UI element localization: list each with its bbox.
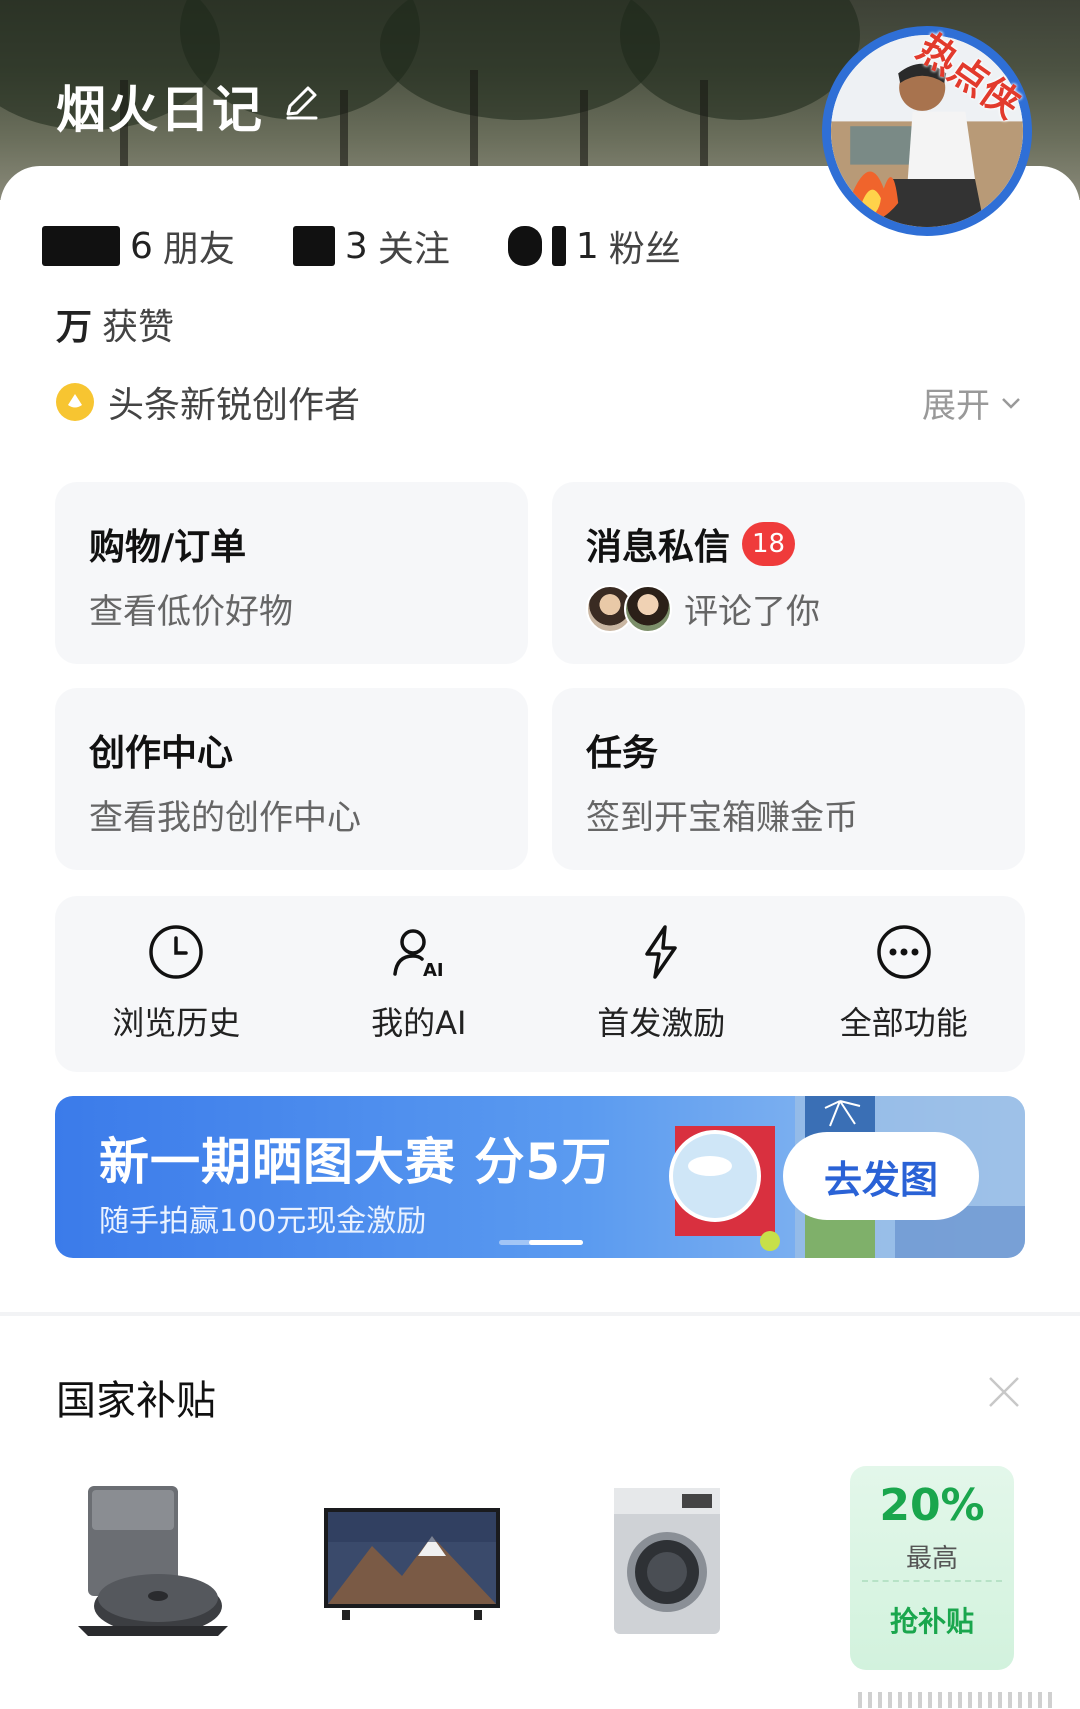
clock-icon xyxy=(149,925,203,979)
redacted-block xyxy=(292,226,335,266)
stat-likes-value: 万 xyxy=(56,307,93,348)
close-icon[interactable] xyxy=(986,1374,1022,1410)
commenter-avatar xyxy=(624,584,672,633)
scroll-indicator xyxy=(858,1692,1058,1708)
creator-badge-icon xyxy=(56,383,94,421)
promo-max-label: 最高 xyxy=(905,1544,958,1574)
section-title: 国家补贴 xyxy=(56,1378,216,1424)
svg-text:AI: AI xyxy=(423,960,444,981)
stat-friends[interactable]: 6 朋友 xyxy=(42,220,235,272)
promo-divider xyxy=(862,1580,1002,1582)
subsidy-promo-card[interactable]: 20% 最高 抢补贴 xyxy=(850,1466,1014,1670)
product-washing-machine-image[interactable] xyxy=(612,1486,722,1636)
quick-action-label: 首发激励 xyxy=(597,1004,726,1042)
photo-contest-banner[interactable]: 新一期晒图大赛 分5万 随手拍赢100元现金激励 去发图 xyxy=(55,1096,1025,1258)
creator-level-row[interactable]: 头条新锐创作者 xyxy=(56,376,360,428)
unread-count-badge: 18 xyxy=(742,522,796,566)
chevron-down-icon xyxy=(1002,397,1020,409)
stat-fans-value: 1 xyxy=(575,225,599,267)
stat-following-label: 关注 xyxy=(377,229,450,270)
stat-friends-label: 朋友 xyxy=(162,229,235,270)
tile-tasks-subtitle: 签到开宝箱赚金币 xyxy=(586,798,858,838)
stat-fans[interactable]: 1 粉丝 xyxy=(507,220,681,272)
tile-shopping-subtitle: 查看低价好物 xyxy=(89,592,293,632)
stat-fans-label: 粉丝 xyxy=(608,229,681,270)
banner-pagination-indicator xyxy=(499,1240,583,1245)
stats-row: 6 朋友 3 关注 1 粉丝 xyxy=(42,220,681,272)
redacted-block xyxy=(551,226,566,266)
quick-action-my-ai[interactable]: AI 我的AI xyxy=(298,896,541,1072)
stat-following[interactable]: 3 关注 xyxy=(292,220,450,272)
creator-level-label: 头条新锐创作者 xyxy=(108,385,361,426)
expand-button[interactable]: 展开 xyxy=(922,378,1024,427)
banner-subtitle: 随手拍赢100元现金激励 xyxy=(99,1204,427,1239)
tile-creation-title: 创作中心 xyxy=(89,733,234,774)
quick-actions-bar: 浏览历史 AI 我的AI 首发激励 全部功能 xyxy=(55,896,1025,1072)
profile-card: 6 朋友 3 关注 1 粉丝 万 获赞 头条新锐创作者 展开 购物/订单 查看低… xyxy=(0,166,1080,1312)
tile-tasks-title: 任务 xyxy=(586,733,659,774)
banner-title: 新一期晒图大赛 分5万 xyxy=(99,1133,613,1191)
quick-action-label: 全部功能 xyxy=(839,1004,968,1042)
stat-likes-label: 获赞 xyxy=(102,307,175,348)
quick-action-all-features[interactable]: 全部功能 xyxy=(783,896,1026,1072)
edit-pencil-icon[interactable] xyxy=(280,80,324,124)
product-robot-vacuum-image[interactable] xyxy=(78,1486,228,1646)
page-title: 烟火日记 xyxy=(56,81,264,139)
tile-shopping-title: 购物/订单 xyxy=(89,527,247,568)
quick-action-label: 浏览历史 xyxy=(112,1004,241,1042)
commenter-avatars xyxy=(586,584,672,633)
national-subsidy-section: 国家补贴 20% 最高 抢补贴 xyxy=(0,1316,1080,1709)
tile-messages-subtitle: 评论了你 xyxy=(586,584,820,633)
redacted-block xyxy=(42,226,120,266)
promo-percent: 20% xyxy=(879,1480,985,1531)
stat-friends-value: 6 xyxy=(130,225,153,267)
tile-messages[interactable]: 消息私信 18 评论了你 xyxy=(552,482,1025,664)
tile-creation-subtitle: 查看我的创作中心 xyxy=(89,798,361,838)
tile-shopping-orders[interactable]: 购物/订单 查看低价好物 xyxy=(55,482,528,664)
tile-tasks[interactable]: 任务 签到开宝箱赚金币 xyxy=(552,688,1025,870)
stat-following-value: 3 xyxy=(344,225,368,267)
quick-action-label: 我的AI xyxy=(371,1004,467,1042)
lightning-icon xyxy=(645,925,677,979)
expand-label: 展开 xyxy=(922,386,990,426)
tile-messages-title: 消息私信 18 xyxy=(586,518,796,570)
stat-likes[interactable]: 万 获赞 xyxy=(56,298,174,350)
tile-creation-center[interactable]: 创作中心 查看我的创作中心 xyxy=(55,688,528,870)
quick-action-history[interactable]: 浏览历史 xyxy=(55,896,298,1072)
claim-subsidy-button[interactable]: 抢补贴 xyxy=(850,1600,1014,1640)
product-tv-image[interactable] xyxy=(322,1506,502,1626)
post-photo-button[interactable]: 去发图 xyxy=(783,1132,979,1220)
redacted-block xyxy=(507,226,542,266)
quick-action-launch-incentive[interactable]: 首发激励 xyxy=(540,896,783,1072)
ai-person-icon: AI xyxy=(393,929,444,981)
more-dots-icon xyxy=(877,925,931,979)
